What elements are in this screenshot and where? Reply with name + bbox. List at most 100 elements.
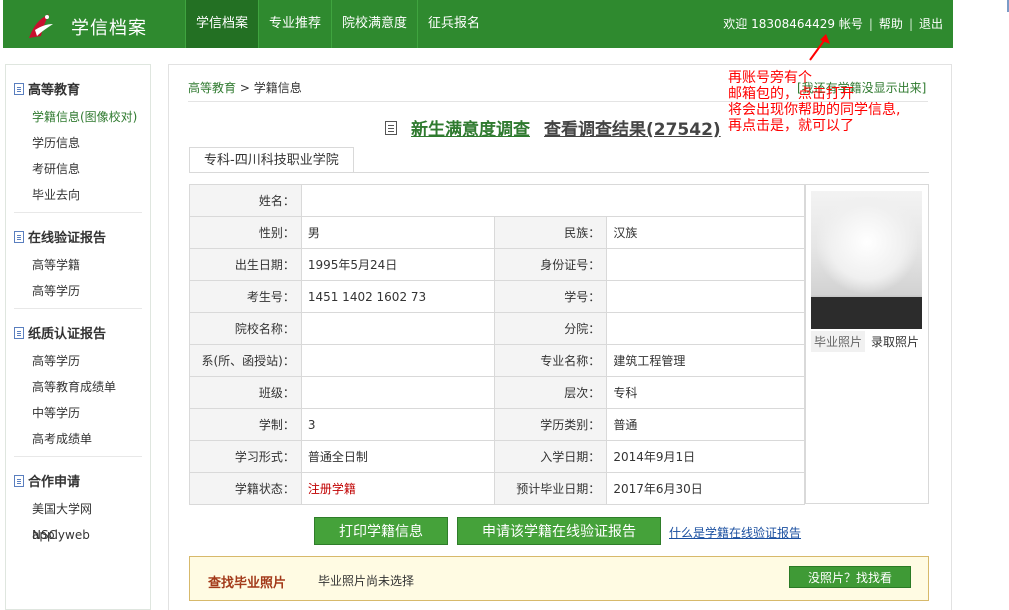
breadcrumb-current: 学籍信息: [253, 81, 302, 95]
find-photo-bar: 查找毕业照片 毕业照片尚未选择 没照片？找找看: [189, 556, 929, 601]
field-label: 身份证号：: [494, 248, 608, 281]
tab-graduation-photo[interactable]: 毕业照片: [811, 331, 866, 352]
document-icon: [14, 230, 24, 243]
annotation-line: 邮箱包的，点击打开: [728, 86, 854, 102]
field-label: 姓名：: [189, 184, 302, 217]
field-status: 注册学籍: [300, 472, 496, 505]
breadcrumb-root[interactable]: 高等教育: [188, 81, 236, 95]
field-birth: 1995年5月24日: [300, 248, 496, 281]
field-label: 考生号：: [189, 280, 302, 313]
sidebar-group-higher-edu: 高等教育 学籍信息(图像校对) 学历信息 考研信息 毕业去向: [14, 65, 142, 213]
sidebar-item-kaoyan[interactable]: 考研信息: [14, 156, 142, 182]
field-label: 学历类别：: [494, 408, 608, 441]
sidebar-group-title: 高等教育: [28, 83, 81, 98]
sidebar-group-title: 合作申请: [28, 475, 81, 490]
sidebar-group-paper-report: 纸质认证报告 高等学历 高等教育成绩单 中等学历 高考成绩单: [14, 309, 142, 457]
nav-item-enlist[interactable]: 征兵报名: [417, 0, 490, 48]
field-major: 建筑工程管理: [606, 344, 805, 377]
main-content: 高等教育 > 学籍信息 [我还有学籍没显示出来] 新生满意度调查 查看调查结果(…: [168, 64, 952, 610]
sidebar-group-partner: 合作申请 美国大学网applyweb NSC: [14, 457, 142, 552]
sidebar-item-gaokao[interactable]: 高考成绩单: [14, 426, 142, 452]
sidebar-group-title: 纸质认证报告: [28, 327, 107, 342]
annotation-arrow-icon: [809, 34, 830, 61]
find-photo-status: 毕业照片尚未选择: [318, 574, 415, 588]
field-label: 分院：: [494, 312, 608, 345]
annotation-line: 再账号旁有个: [728, 70, 812, 86]
field-label: 学籍状态：: [189, 472, 302, 505]
sidebar-item-secondary[interactable]: 中等学历: [14, 400, 142, 426]
field-label: 民族：: [494, 216, 608, 249]
sidebar-group-online-report: 在线验证报告 高等学籍 高等学历: [14, 213, 142, 309]
field-grad-date: 2017年6月30日: [606, 472, 805, 505]
field-class: [300, 376, 496, 409]
field-gender: 男: [300, 216, 496, 249]
field-label: 入学日期：: [494, 440, 608, 473]
field-study-form: 普通全日制: [300, 440, 496, 473]
photo-panel: 毕业照片 录取照片: [805, 184, 929, 504]
find-photo-button[interactable]: 没照片？找找看: [789, 566, 911, 588]
separator: |: [908, 17, 913, 31]
logo-icon: [29, 14, 53, 38]
survey-link[interactable]: 新生满意度调查: [411, 115, 530, 140]
help-link[interactable]: 帮助: [879, 0, 903, 48]
field-label: 性别：: [189, 216, 302, 249]
sidebar-group-title: 在线验证报告: [28, 231, 107, 246]
sidebar-item-transcript[interactable]: 高等教育成绩单: [14, 374, 142, 400]
nav-item-satisfaction[interactable]: 院校满意度: [331, 0, 417, 48]
field-label: 班级：: [189, 376, 302, 409]
field-label: 院校名称：: [189, 312, 302, 345]
survey-bar: 新生满意度调查 查看调查结果(27542): [385, 115, 721, 140]
student-photo: [811, 191, 922, 329]
what-is-report-link[interactable]: 什么是学籍在线验证报告: [669, 524, 801, 541]
annotation-line: 再点击是，就可以了: [728, 118, 854, 134]
annotation-note: 再账号旁有个 邮箱包的，点击打开 将会出现你帮助的同学信息, 再点击是，就可以了: [728, 70, 938, 134]
photo-shoulders: [811, 297, 922, 329]
sidebar-item-online-xueli[interactable]: 高等学历: [14, 278, 142, 304]
app-title: 学信档案: [71, 18, 147, 39]
field-student-id: [606, 280, 805, 313]
sidebar-item-xueji[interactable]: 学籍信息(图像校对): [14, 104, 142, 130]
field-label: 专业名称：: [494, 344, 608, 377]
field-label: 预计毕业日期：: [494, 472, 608, 505]
field-level: 专科: [606, 376, 805, 409]
account-link[interactable]: 欢迎 18308464429 帐号: [723, 0, 863, 48]
sidebar-item-xueli[interactable]: 学历信息: [14, 130, 142, 156]
field-label: 学号：: [494, 280, 608, 313]
logout-link[interactable]: 退出: [919, 0, 943, 48]
field-label: 系(所、函授站)：: [189, 344, 302, 377]
print-button[interactable]: 打印学籍信息: [314, 517, 448, 545]
field-label: 出生日期：: [189, 248, 302, 281]
separator: |: [868, 17, 873, 31]
field-duration: 3: [300, 408, 496, 441]
field-edu-type: 普通: [606, 408, 805, 441]
field-label: 学制：: [189, 408, 302, 441]
field-dept: [300, 344, 496, 377]
annotation-line: 将会出现你帮助的同学信息,: [728, 102, 901, 118]
find-photo-title: 查找毕业照片: [208, 576, 287, 591]
survey-result-link[interactable]: 查看调查结果(27542): [544, 115, 721, 140]
tab-admission-photo[interactable]: 录取照片: [871, 331, 919, 352]
field-label: 层次：: [494, 376, 608, 409]
field-school: [300, 312, 496, 345]
main-nav: 学信档案 专业推荐 院校满意度 征兵报名: [185, 0, 490, 48]
sidebar-item-applyweb[interactable]: 美国大学网applyweb: [14, 496, 142, 542]
sidebar-item-online-xueji[interactable]: 高等学籍: [14, 252, 142, 278]
sidebar-item-paper-xueli[interactable]: 高等学历: [14, 348, 142, 374]
tab-school[interactable]: 专科-四川科技职业学院: [189, 147, 354, 173]
breadcrumb: 高等教育 > 学籍信息: [188, 79, 302, 96]
document-icon: [14, 82, 24, 95]
nav-item-major-recommend[interactable]: 专业推荐: [258, 0, 331, 48]
breadcrumb-sep: >: [239, 81, 250, 95]
document-icon: [385, 120, 397, 135]
apply-report-button[interactable]: 申请该学籍在线验证报告: [457, 517, 661, 545]
student-info-table: 姓名： 性别： 男 民族： 汉族 出生日期： 1995年5月24日 身份证号： …: [189, 184, 806, 505]
document-icon: [14, 326, 24, 339]
photo-tabs: 毕业照片 录取照片: [811, 331, 919, 352]
sidebar-item-graduation[interactable]: 毕业去向: [14, 182, 142, 208]
field-label: 学习形式：: [189, 440, 302, 473]
field-id: [606, 248, 805, 281]
field-exam-no: 1451 1402 1602 73: [300, 280, 496, 313]
field-entry-date: 2014年9月1日: [606, 440, 805, 473]
nav-item-xuexin[interactable]: 学信档案: [185, 0, 259, 48]
field-ethnic: 汉族: [606, 216, 805, 249]
